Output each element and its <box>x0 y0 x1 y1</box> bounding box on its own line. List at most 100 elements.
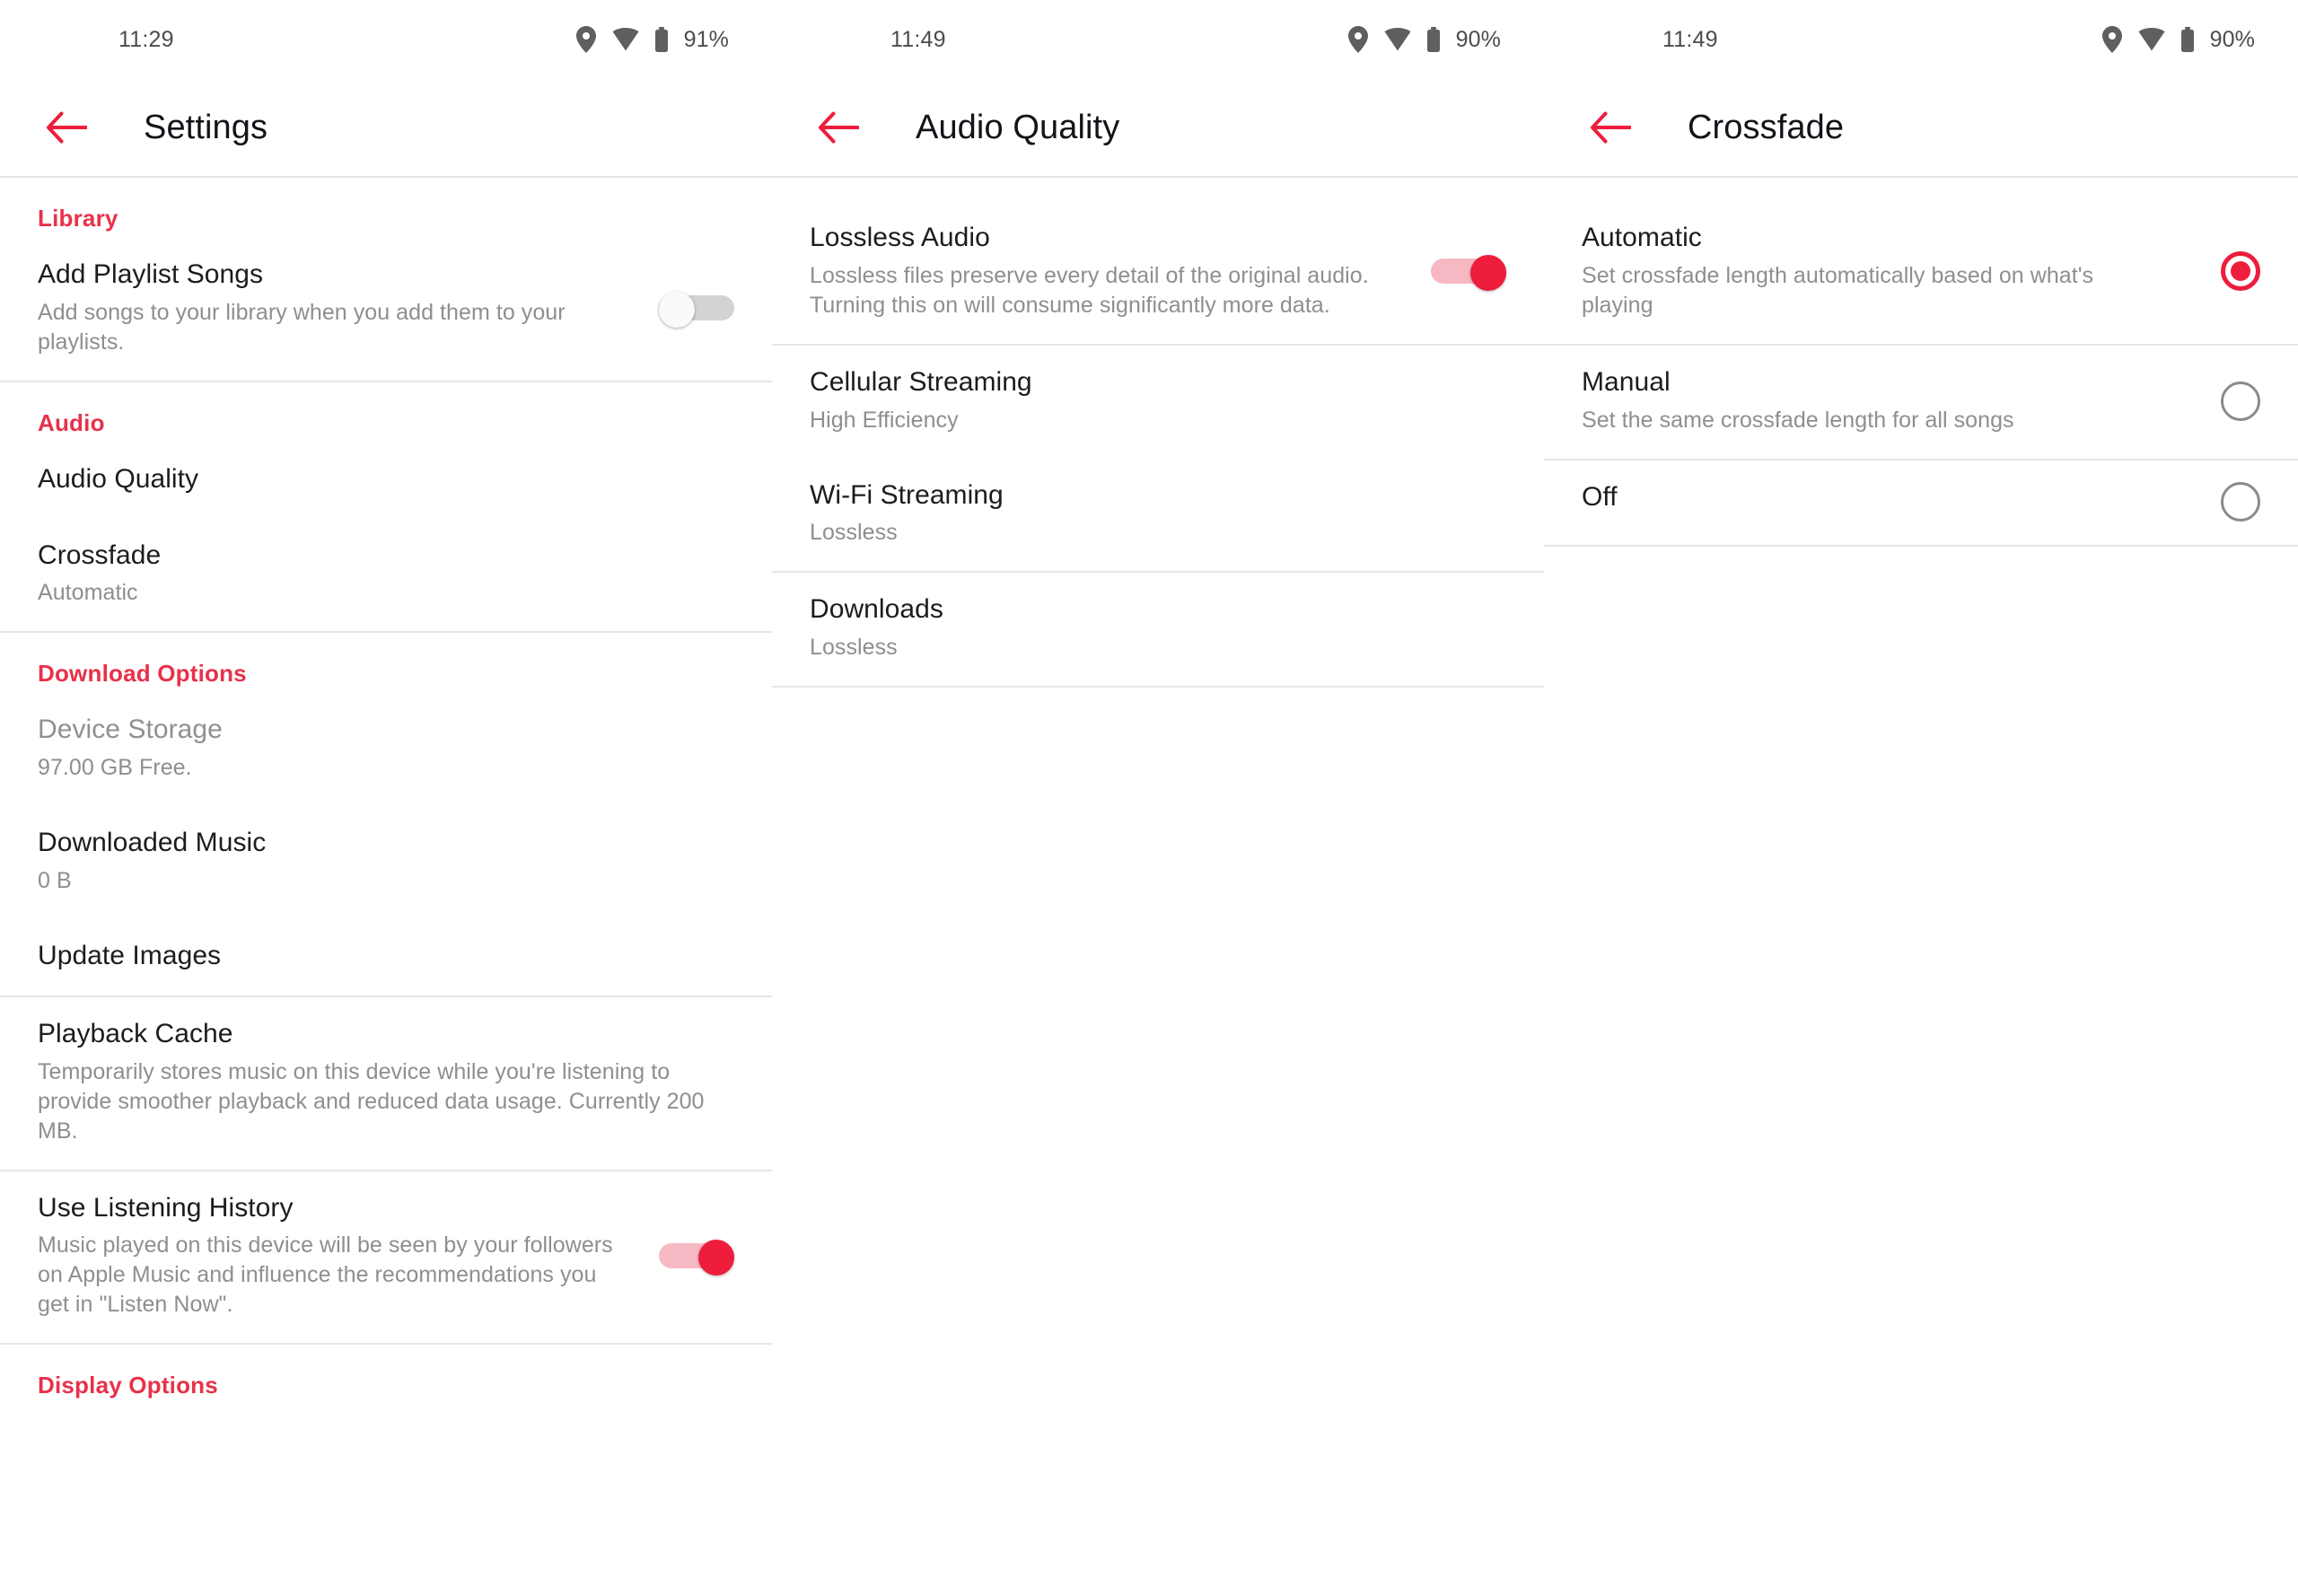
settings-list: Library Add Playlist Songs Add songs to … <box>0 178 772 1405</box>
row-subtitle: 0 B <box>38 867 72 893</box>
row-control <box>1425 255 1506 292</box>
row-title: Off <box>1582 481 1618 512</box>
battery-icon <box>654 27 669 52</box>
wifi-icon <box>1384 28 1411 51</box>
toggle-add-playlist-songs[interactable] <box>659 292 734 329</box>
status-icons: 91% <box>575 0 729 79</box>
row-title: Wi-Fi Streaming <box>810 479 1004 510</box>
radio-manual[interactable] <box>2221 381 2260 421</box>
back-button[interactable] <box>1582 99 1639 156</box>
row-crossfade-off[interactable]: Off <box>1544 460 2298 545</box>
row-title: Device Storage <box>38 715 223 745</box>
toggle-thumb <box>698 1240 734 1276</box>
wifi-icon <box>2138 28 2165 51</box>
row-update-images[interactable]: Update Images <box>0 919 772 995</box>
row-crossfade-automatic[interactable]: Automatic Set crossfade length automatic… <box>1544 201 2298 344</box>
row-text: Downloaded Music 0 B <box>38 828 734 896</box>
audio-quality-list: Lossless Audio Lossless files preserve e… <box>772 178 1544 688</box>
row-subtitle: High Efficiency <box>810 407 959 433</box>
row-control <box>2180 481 2260 522</box>
row-title: Use Listening History <box>38 1192 294 1223</box>
row-title: Downloads <box>810 594 943 625</box>
row-audio-quality[interactable]: Audio Quality <box>0 443 772 519</box>
row-title: Manual <box>1582 366 1671 397</box>
status-bar: 11:29 91% <box>0 0 772 79</box>
page-title: Settings <box>144 108 268 146</box>
row-playback-cache[interactable]: Playback Cache Temporarily stores music … <box>0 997 772 1170</box>
row-control <box>653 1240 734 1276</box>
row-subtitle: Lossless files preserve every detail of … <box>810 262 1369 318</box>
row-text: Playback Cache Temporarily stores music … <box>38 1019 734 1146</box>
row-lossless-audio[interactable]: Lossless Audio Lossless files preserve e… <box>772 201 1544 344</box>
page-title: Audio Quality <box>916 108 1120 146</box>
row-subtitle: 97.00 GB Free. <box>38 755 192 781</box>
wifi-icon <box>612 28 639 51</box>
crossfade-list: Automatic Set crossfade length automatic… <box>1544 178 2298 547</box>
toggle-thumb <box>659 292 695 329</box>
divider <box>1544 544 2298 547</box>
row-control <box>653 292 734 329</box>
row-title: Crossfade <box>38 539 162 570</box>
row-subtitle: Set crossfade length automatically based… <box>1582 262 2094 318</box>
row-text: Audio Quality <box>38 464 734 495</box>
app-bar-crossfade: Crossfade <box>1544 79 2298 176</box>
page-title: Crossfade <box>1688 108 1845 146</box>
row-text: Wi-Fi Streaming Lossless <box>810 480 1506 548</box>
battery-icon <box>1426 27 1441 52</box>
row-subtitle: Add songs to your library when you add t… <box>38 299 566 355</box>
row-downloads[interactable]: Downloads Lossless <box>772 573 1544 686</box>
row-add-playlist-songs[interactable]: Add Playlist Songs Add songs to your lib… <box>0 238 772 381</box>
app-bar-settings: Settings <box>0 79 772 176</box>
row-device-storage: Device Storage 97.00 GB Free. <box>0 693 772 806</box>
toggle-use-listening-history[interactable] <box>659 1240 734 1276</box>
row-subtitle: Set the same crossfade length for all so… <box>1582 407 2014 433</box>
row-text: Cellular Streaming High Efficiency <box>810 367 1506 435</box>
battery-percent: 90% <box>1455 26 1501 52</box>
status-icons: 90% <box>1347 0 1501 79</box>
row-subtitle: Temporarily stores music on this device … <box>38 1058 705 1144</box>
status-bar: 11:49 90% <box>1544 0 2298 79</box>
radio-automatic[interactable] <box>2221 251 2260 292</box>
toggle-lossless-audio[interactable] <box>1431 255 1506 292</box>
row-subtitle: Lossless <box>810 635 898 661</box>
radio-off[interactable] <box>2221 481 2260 522</box>
row-text: Crossfade Automatic <box>38 540 734 609</box>
row-text: Off <box>1582 482 2180 513</box>
row-title: Update Images <box>38 940 222 970</box>
section-header-download-options: Download Options <box>38 660 247 688</box>
battery-percent: 91% <box>683 26 729 52</box>
row-crossfade-manual[interactable]: Manual Set the same crossfade length for… <box>1544 346 2298 459</box>
screen-settings: 11:29 91% Settings Library Add Playlist … <box>0 0 772 1596</box>
location-pin-icon <box>575 26 597 53</box>
row-downloaded-music[interactable]: Downloaded Music 0 B <box>0 806 772 919</box>
back-button[interactable] <box>810 99 867 156</box>
row-subtitle: Music played on this device will be seen… <box>38 1232 613 1318</box>
section-header-display-options: Display Options <box>38 1372 218 1399</box>
toggle-thumb <box>1470 255 1506 292</box>
row-text: Downloads Lossless <box>810 594 1506 662</box>
status-time: 11:49 <box>1662 26 1718 52</box>
section-header-library: Library <box>38 205 118 232</box>
row-text: Update Images <box>38 941 734 972</box>
row-title: Cellular Streaming <box>810 366 1032 397</box>
row-cellular-streaming[interactable]: Cellular Streaming High Efficiency <box>772 346 1544 459</box>
arrow-left-icon <box>47 111 87 144</box>
row-crossfade[interactable]: Crossfade Automatic <box>0 519 772 632</box>
divider <box>772 686 1544 688</box>
three-panel-screenshot: 11:29 91% Settings Library Add Playlist … <box>0 0 2298 1596</box>
row-subtitle: Lossless <box>810 520 898 546</box>
status-bar: 11:49 90% <box>772 0 1544 79</box>
row-title: Lossless Audio <box>810 223 990 252</box>
row-use-listening-history[interactable]: Use Listening History Music played on th… <box>0 1171 772 1344</box>
row-text: Lossless Audio Lossless files preserve e… <box>810 223 1425 320</box>
arrow-left-icon <box>819 111 859 144</box>
row-title: Downloaded Music <box>38 828 267 858</box>
row-control <box>2180 251 2260 292</box>
back-button[interactable] <box>38 99 95 156</box>
row-wifi-streaming[interactable]: Wi-Fi Streaming Lossless <box>772 459 1544 572</box>
status-icons: 90% <box>2101 0 2255 79</box>
row-text: Device Storage 97.00 GB Free. <box>38 715 734 783</box>
row-title: Automatic <box>1582 223 1702 252</box>
